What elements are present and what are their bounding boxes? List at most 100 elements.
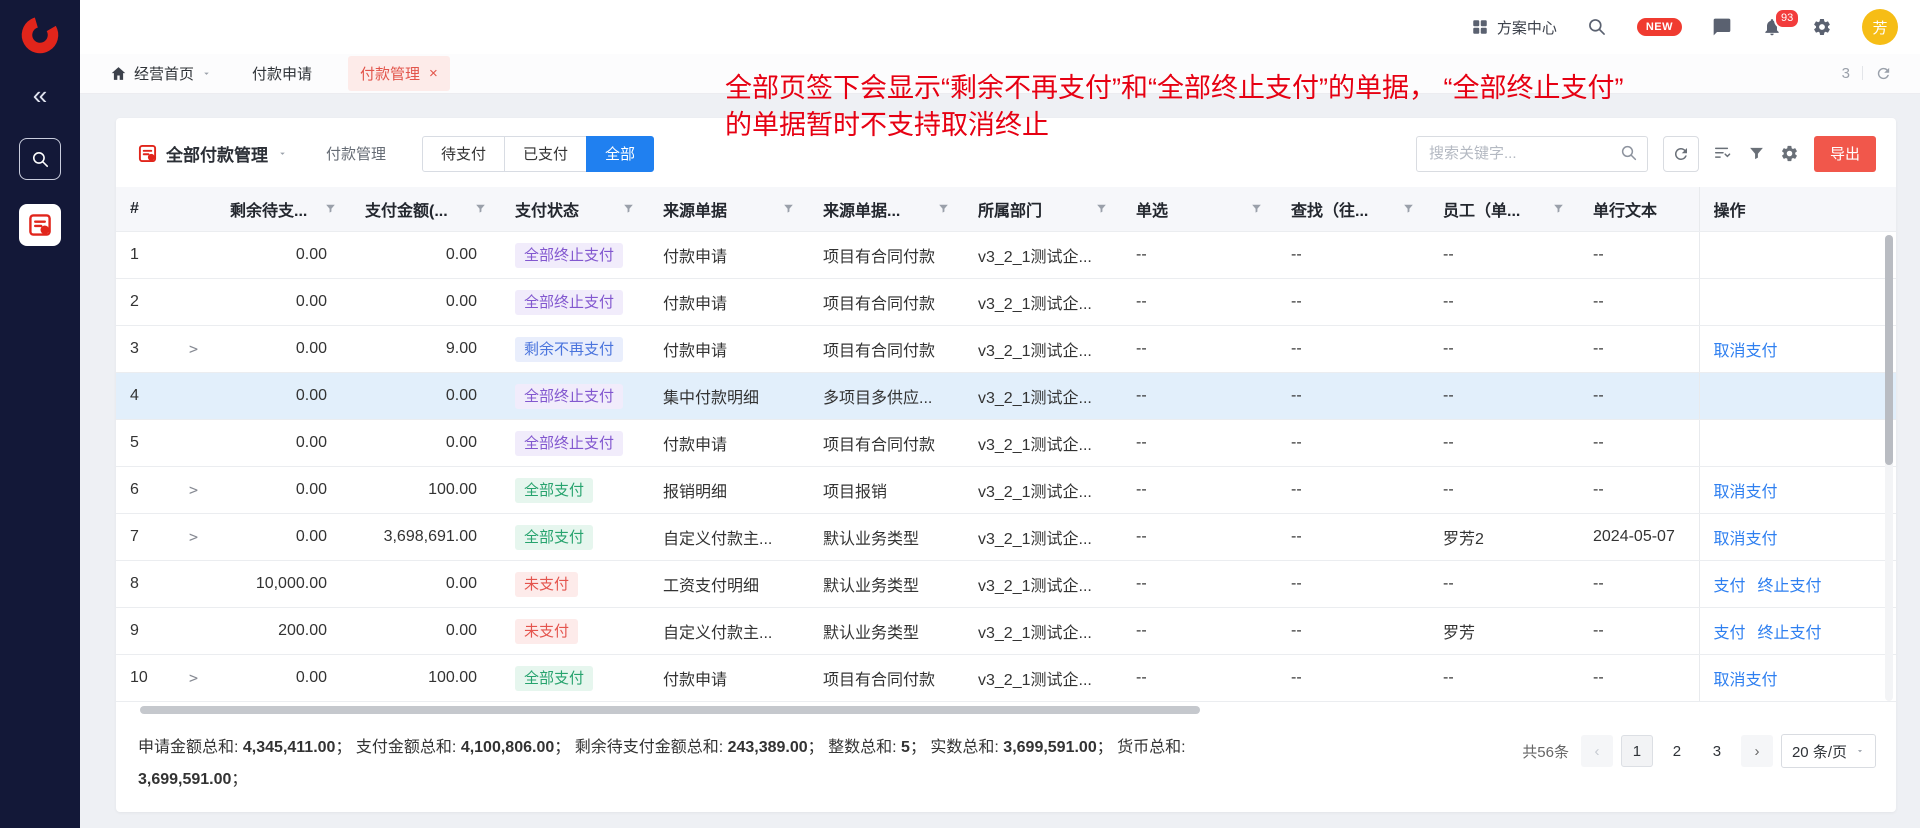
- chevron-down-icon: [201, 68, 212, 79]
- row-action-link[interactable]: 支付: [1714, 625, 1746, 642]
- horizontal-scrollbar[interactable]: [140, 705, 1896, 715]
- cell-lookup: --: [1277, 373, 1429, 420]
- cell-remaining-amount: 10,000.00: [216, 561, 351, 608]
- cell-source-doc: 集中付款明细: [649, 373, 809, 420]
- filter-icon[interactable]: [1095, 202, 1108, 215]
- brand-logo[interactable]: [19, 14, 61, 56]
- row-action-link[interactable]: 终止支付: [1758, 625, 1822, 642]
- prev-page-button[interactable]: ‹: [1581, 735, 1613, 767]
- filter-icon[interactable]: [1402, 202, 1415, 215]
- summary-item: 实数总和: 3,699,591.00；: [930, 739, 1117, 756]
- refresh-tabs-icon[interactable]: [1875, 65, 1892, 82]
- horizontal-scrollbar-thumb[interactable]: [140, 706, 1200, 714]
- table-row[interactable]: 7>0.003,698,691.00全部支付自定义付款主...默认业务类型v3_…: [116, 514, 1896, 561]
- column-label: 操作: [1714, 197, 1746, 221]
- cell-actions: 支付终止支付: [1699, 608, 1896, 655]
- table-row[interactable]: 10.000.00全部终止支付付款申请项目有合同付款v3_2_1测试企...--…: [116, 232, 1896, 279]
- table-row[interactable]: 810,000.000.00未支付工资支付明细默认业务类型v3_2_1测试企..…: [116, 561, 1896, 608]
- page-button[interactable]: 1: [1621, 735, 1653, 767]
- cell-payment-amount: 0.00: [351, 373, 501, 420]
- column-header: 员工（单...: [1429, 187, 1579, 232]
- keyword-search-input[interactable]: [1416, 136, 1648, 172]
- column-settings-gear-icon[interactable]: [1780, 144, 1799, 163]
- page-button[interactable]: 3: [1701, 735, 1733, 767]
- filter-icon[interactable]: [324, 202, 337, 215]
- filter-icon[interactable]: [937, 202, 950, 215]
- view-selector[interactable]: 全部付款管理: [138, 141, 288, 166]
- tab-payment-management-label: 付款管理: [360, 63, 420, 84]
- collapse-sidebar-icon[interactable]: «: [33, 82, 47, 108]
- cell-source-doc-type: 项目有合同付款: [809, 232, 964, 279]
- refresh-list-button[interactable]: [1663, 136, 1699, 172]
- status-badge: 全部支付: [515, 666, 593, 691]
- breadcrumb-home[interactable]: 经营首页: [110, 63, 212, 84]
- expand-row-icon[interactable]: >: [189, 669, 198, 687]
- payment-management-card: 全部付款管理 付款管理 待支付 已支付 全部: [116, 118, 1896, 813]
- cell-department: v3_2_1测试企...: [964, 467, 1122, 514]
- message-icon[interactable]: [1712, 17, 1732, 37]
- cell-source-doc: 付款申请: [649, 420, 809, 467]
- cell-department: v3_2_1测试企...: [964, 326, 1122, 373]
- table-row[interactable]: 20.000.00全部终止支付付款申请项目有合同付款v3_2_1测试企...--…: [116, 279, 1896, 326]
- row-action-link[interactable]: 取消支付: [1714, 531, 1778, 548]
- sidebar-payment-module-button[interactable]: [19, 204, 61, 246]
- table-row[interactable]: 9200.000.00未支付自定义付款主...默认业务类型v3_2_1测试企..…: [116, 608, 1896, 655]
- new-badge[interactable]: NEW: [1637, 18, 1682, 36]
- table-row[interactable]: 3>0.009.00剩余不再支付付款申请项目有合同付款v3_2_1测试企...-…: [116, 326, 1896, 373]
- cell-payment-amount: 100.00: [351, 655, 501, 702]
- tab-payment-request[interactable]: 付款申请: [252, 63, 312, 84]
- expand-row-icon[interactable]: >: [189, 528, 198, 546]
- table-row[interactable]: 10>0.00100.00全部支付付款申请项目有合同付款v3_2_1测试企...…: [116, 655, 1896, 702]
- close-tab-icon[interactable]: ×: [429, 66, 438, 81]
- filter-tab-paid[interactable]: 已支付: [504, 136, 587, 172]
- cell-lookup: --: [1277, 655, 1429, 702]
- cell-source-doc-type: 项目有合同付款: [809, 326, 964, 373]
- user-avatar[interactable]: 芳: [1862, 9, 1898, 45]
- filter-tab-all[interactable]: 全部: [586, 136, 654, 172]
- cell-source-doc-type: 项目有合同付款: [809, 420, 964, 467]
- page-button[interactable]: 2: [1661, 735, 1693, 767]
- filter-icon[interactable]: [474, 202, 487, 215]
- row-action-link[interactable]: 取消支付: [1714, 672, 1778, 689]
- row-action-link[interactable]: 取消支付: [1714, 484, 1778, 501]
- global-search-icon[interactable]: [1587, 17, 1607, 37]
- cell-lookup: --: [1277, 232, 1429, 279]
- filter-tab-pending[interactable]: 待支付: [422, 136, 505, 172]
- divider: [1862, 66, 1863, 80]
- next-page-button[interactable]: ›: [1741, 735, 1773, 767]
- sidebar-search-button[interactable]: [19, 138, 61, 180]
- row-density-icon[interactable]: [1714, 144, 1733, 163]
- row-action-link[interactable]: 支付: [1714, 578, 1746, 595]
- app-root: « 全部页签下会显示“剩余不再支付”和“全部终止支付”的单据， “全部终止支付”…: [0, 0, 1920, 828]
- cell-payment-amount: 0.00: [351, 561, 501, 608]
- cell-department: v3_2_1测试企...: [964, 279, 1122, 326]
- expand-row-icon[interactable]: >: [189, 340, 198, 358]
- search-icon[interactable]: [1620, 144, 1638, 167]
- tab-payment-management[interactable]: 付款管理 ×: [348, 56, 450, 91]
- notifications-button[interactable]: 93: [1762, 17, 1782, 37]
- table-row[interactable]: 50.000.00全部终止支付付款申请项目有合同付款v3_2_1测试企...--…: [116, 420, 1896, 467]
- table-row[interactable]: 6>0.00100.00全部支付报销明细项目报销v3_2_1测试企...----…: [116, 467, 1896, 514]
- plan-center-button[interactable]: 方案中心: [1471, 17, 1557, 38]
- column-header: 来源单据: [649, 187, 809, 232]
- vertical-scrollbar[interactable]: [1885, 235, 1893, 701]
- export-button[interactable]: 导出: [1814, 136, 1876, 172]
- filter-icon[interactable]: [782, 202, 795, 215]
- column-header: 单选: [1122, 187, 1277, 232]
- cell-actions: 取消支付: [1699, 514, 1896, 561]
- row-action-link[interactable]: 终止支付: [1758, 578, 1822, 595]
- expand-row-icon[interactable]: >: [189, 481, 198, 499]
- filter-icon[interactable]: [622, 202, 635, 215]
- page-size-select[interactable]: 20 条/页: [1781, 734, 1876, 768]
- filter-funnel-icon[interactable]: [1748, 145, 1765, 162]
- payment-management-link[interactable]: 付款管理: [326, 143, 386, 164]
- cell-department: v3_2_1测试企...: [964, 561, 1122, 608]
- plan-center-label: 方案中心: [1497, 17, 1557, 38]
- row-action-link[interactable]: 取消支付: [1714, 343, 1778, 360]
- table-row[interactable]: 40.000.00全部终止支付集中付款明细多项目多供应...v3_2_1测试企.…: [116, 373, 1896, 420]
- vertical-scrollbar-thumb[interactable]: [1885, 235, 1893, 465]
- page-size-label: 20 条/页: [1792, 741, 1847, 762]
- settings-gear-icon[interactable]: [1812, 17, 1832, 37]
- filter-icon[interactable]: [1250, 202, 1263, 215]
- filter-icon[interactable]: [1552, 202, 1565, 215]
